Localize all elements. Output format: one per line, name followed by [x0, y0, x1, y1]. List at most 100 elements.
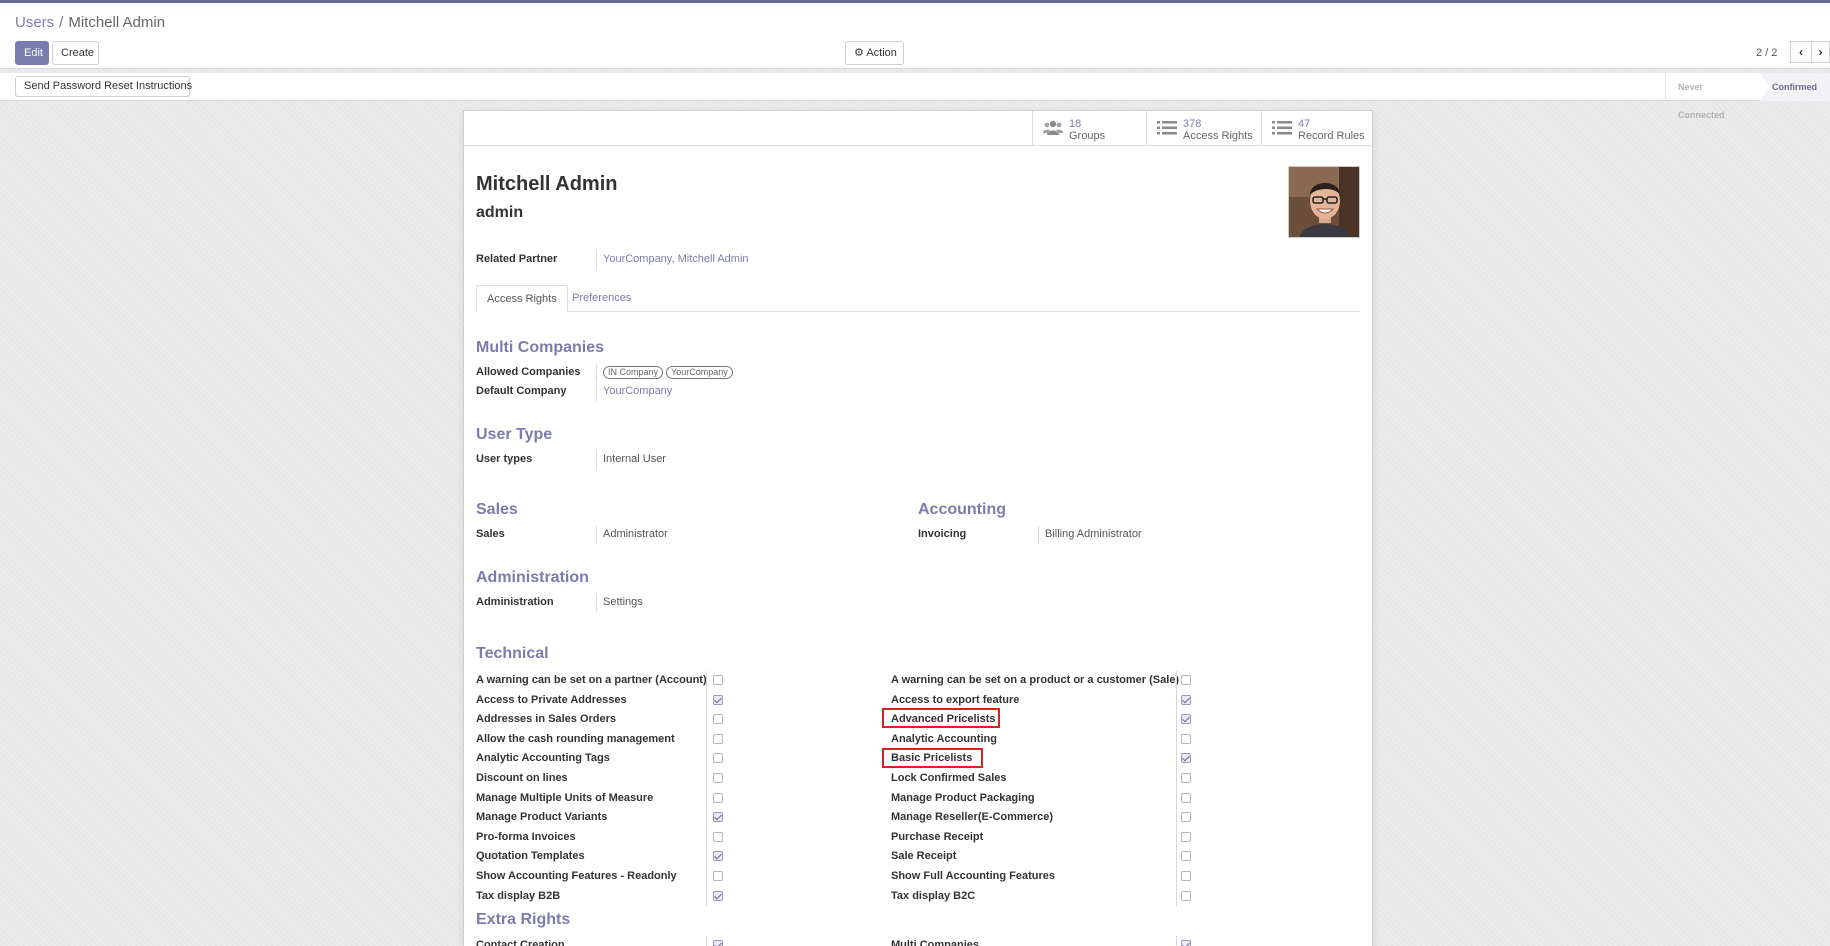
- checkbox[interactable]: [1181, 753, 1191, 764]
- checkbox[interactable]: [1181, 812, 1191, 823]
- checkbox[interactable]: [713, 733, 723, 744]
- pager-previous-button[interactable]: ‹: [1790, 41, 1812, 63]
- form-statusbar: Send Password Reset Instructions Never C…: [0, 73, 1830, 120]
- checkbox[interactable]: [1181, 831, 1191, 842]
- checkbox[interactable]: [713, 940, 723, 946]
- field-separator: [1176, 886, 1177, 907]
- field-separator: [706, 769, 707, 789]
- checkbox[interactable]: [1181, 714, 1191, 725]
- field-separator: [706, 710, 707, 730]
- field-separator: [706, 788, 707, 809]
- checkbox[interactable]: [1181, 773, 1191, 783]
- checkbox-label: Manage Reseller(E-Commerce): [891, 811, 1054, 824]
- checkbox-label: Manage Product Packaging: [891, 791, 1035, 804]
- checkbox[interactable]: [1181, 733, 1191, 744]
- field-separator: [1176, 710, 1177, 730]
- access-rights-stat-button[interactable]: 378 Access Rights: [1146, 111, 1261, 146]
- checkbox[interactable]: [713, 851, 723, 862]
- company-tag: IN Company: [603, 366, 664, 379]
- field-separator: [706, 827, 707, 848]
- section-technical: Technical: [476, 645, 549, 662]
- groups-stat-button[interactable]: 18 Groups: [1032, 111, 1146, 146]
- field-separator: [1176, 690, 1177, 711]
- checkbox-label: Analytic Accounting Tags: [476, 752, 610, 765]
- users-icon: [1043, 120, 1063, 135]
- allowed-companies-field[interactable]: IN Company YourCompany: [596, 364, 736, 382]
- checkbox[interactable]: [713, 714, 723, 725]
- field-separator: [706, 671, 707, 691]
- breadcrumb-users-link[interactable]: Users: [15, 14, 54, 31]
- invoicing-value[interactable]: Billing Administrator: [1038, 526, 1142, 544]
- field-separator: [706, 749, 707, 769]
- checkbox[interactable]: [713, 753, 723, 764]
- checkbox[interactable]: [1181, 851, 1191, 862]
- checkbox-label: Manage Multiple Units of Measure: [476, 791, 654, 804]
- form-sheet: 18 Groups 378 Access Rights 47 Record Ru…: [463, 110, 1373, 946]
- checkbox-label: Sale Receipt: [891, 850, 957, 863]
- edit-button[interactable]: Edit: [15, 41, 49, 65]
- user-name: Mitchell Admin: [476, 173, 618, 195]
- checkbox[interactable]: [1181, 940, 1191, 946]
- field-separator: [1176, 808, 1177, 828]
- create-button[interactable]: Create: [52, 41, 99, 65]
- checkbox[interactable]: [1181, 675, 1191, 685]
- field-separator: [1176, 936, 1177, 946]
- action-button[interactable]: ⚙ Action: [845, 41, 904, 65]
- record-rules-label: Record Rules: [1298, 130, 1365, 142]
- breadcrumb: Users / Mitchell Admin: [15, 14, 165, 31]
- field-separator: [706, 690, 707, 711]
- field-separator: [1176, 729, 1177, 750]
- checkbox-label: Access to Private Addresses: [476, 693, 627, 706]
- checkbox-label: Addresses in Sales Orders: [476, 713, 617, 726]
- breadcrumb-separator: /: [59, 14, 64, 31]
- groups-label: Groups: [1069, 130, 1106, 142]
- action-button-label: Action: [866, 47, 897, 59]
- notebook-tabs: Access Rights Preferences: [476, 285, 1360, 312]
- administration-value[interactable]: Settings: [596, 594, 643, 612]
- checkbox[interactable]: [1181, 890, 1191, 901]
- checkbox[interactable]: [713, 890, 723, 901]
- checkbox[interactable]: [713, 675, 723, 685]
- checkbox-label: Multi Companies: [891, 939, 980, 946]
- stat-button-box: 18 Groups 378 Access Rights 47 Record Ru…: [464, 111, 1372, 146]
- list-icon: [1272, 121, 1292, 135]
- checkbox[interactable]: [1181, 694, 1191, 705]
- avatar[interactable]: [1288, 166, 1360, 238]
- record-rules-count: 47: [1298, 118, 1311, 130]
- tab-preferences[interactable]: Preferences: [562, 285, 641, 312]
- section-accounting: Accounting: [918, 501, 1006, 518]
- related-partner-label: Related Partner: [476, 253, 558, 265]
- checkbox-label: Show Accounting Features - Readonly: [476, 870, 677, 882]
- checkbox[interactable]: [713, 792, 723, 803]
- chevron-left-icon: ‹: [1799, 45, 1803, 59]
- pager-next-button[interactable]: ›: [1811, 41, 1830, 63]
- checkbox[interactable]: [713, 831, 723, 842]
- checkbox-label: Allow the cash rounding management: [476, 732, 675, 745]
- checkbox-label: Analytic Accounting: [891, 732, 997, 745]
- access-rights-count: 378: [1183, 118, 1202, 130]
- company-tag: YourCompany: [666, 366, 733, 379]
- field-separator: [706, 808, 707, 828]
- checkbox-label: Lock Confirmed Sales: [891, 772, 1007, 784]
- default-company-value[interactable]: YourCompany: [596, 383, 672, 401]
- field-separator: [706, 936, 707, 946]
- checkbox[interactable]: [713, 694, 723, 705]
- control-panel: Users / Mitchell Admin Edit Create ⚙ Actio…: [0, 3, 1830, 69]
- checkbox[interactable]: [1181, 871, 1191, 881]
- record-rules-stat-button[interactable]: 47 Record Rules: [1261, 111, 1372, 146]
- checkbox[interactable]: [713, 871, 723, 881]
- access-rights-label: Access Rights: [1183, 130, 1253, 142]
- section-multi-companies: Multi Companies: [476, 339, 605, 356]
- checkbox-label: Pro-forma Invoices: [476, 830, 576, 843]
- checkbox[interactable]: [713, 812, 723, 823]
- tab-access-rights[interactable]: Access Rights: [476, 285, 568, 312]
- sales-value[interactable]: Administrator: [596, 526, 668, 544]
- field-separator: [1176, 671, 1177, 691]
- checkbox[interactable]: [1181, 792, 1191, 803]
- pager-value: 2 / 2: [1756, 47, 1778, 59]
- user-types-value[interactable]: Internal User: [596, 451, 666, 469]
- checkbox[interactable]: [713, 773, 723, 783]
- related-partner-value[interactable]: YourCompany, Mitchell Admin: [596, 251, 749, 269]
- groups-count: 18: [1069, 118, 1082, 130]
- send-password-reset-button[interactable]: Send Password Reset Instructions: [15, 76, 192, 97]
